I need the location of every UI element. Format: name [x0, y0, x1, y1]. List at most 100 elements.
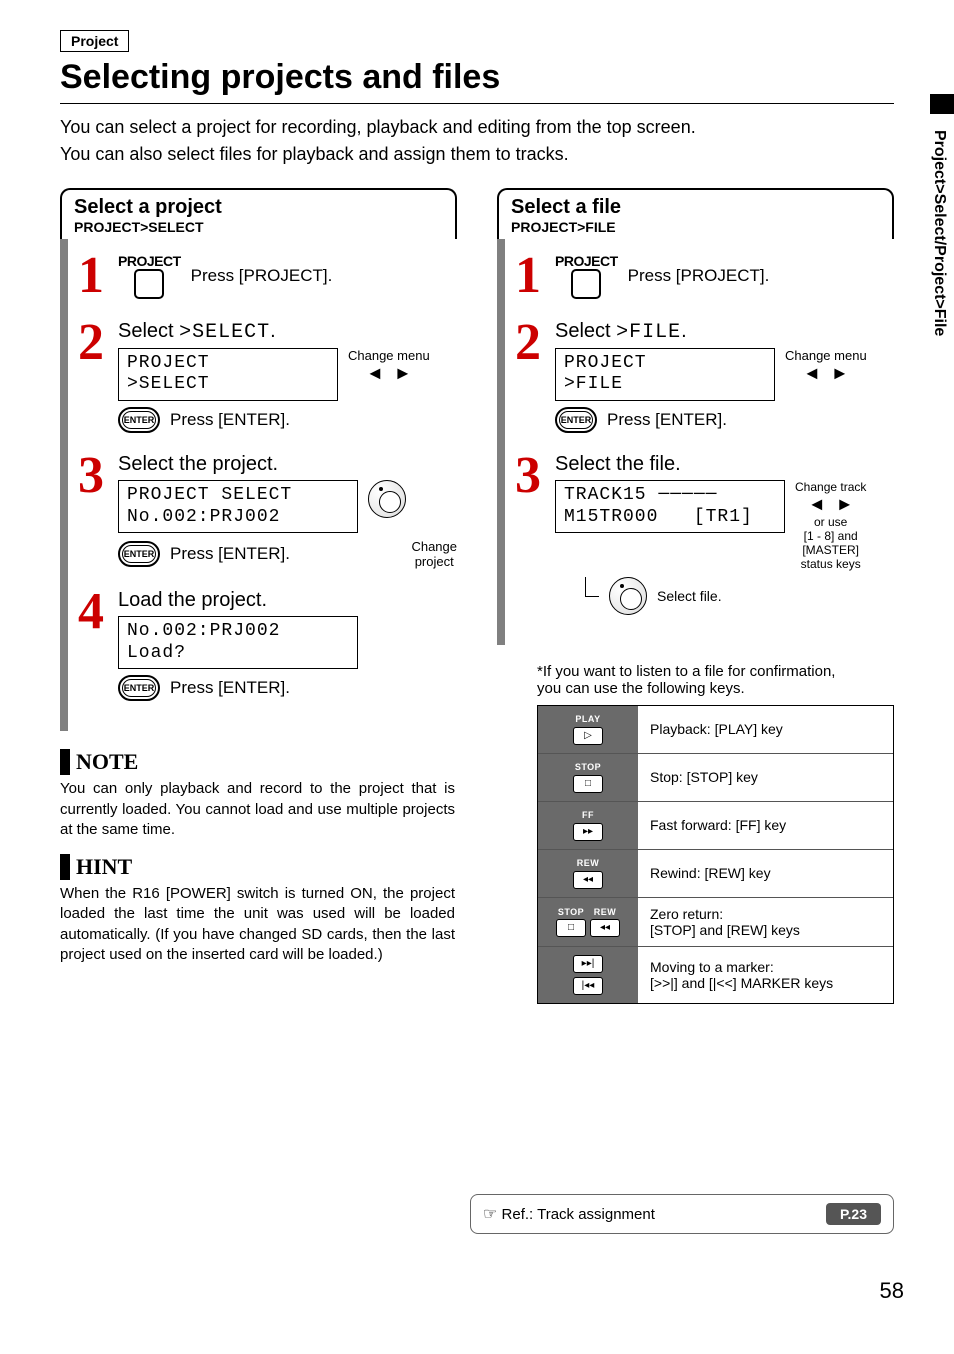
- lcd-line: No.002:PRJ002: [127, 621, 349, 643]
- hint-title: HINT: [76, 854, 457, 880]
- button-label: PROJECT: [118, 253, 181, 269]
- key-button-icon: □: [556, 919, 586, 937]
- key-label: PLAY: [575, 714, 600, 724]
- step-title-pre: Select: [555, 320, 616, 342]
- press-enter-text: Press [ENTER].: [607, 410, 727, 430]
- page-title: Selecting projects and files: [60, 58, 894, 104]
- button-label: PROJECT: [555, 253, 618, 269]
- key-label: FF: [582, 810, 594, 820]
- arrow-right-icon: [836, 494, 854, 515]
- key-button-icon: ▷: [573, 727, 603, 745]
- key-button-cell: ▸▸||◂◂: [538, 947, 638, 1003]
- key-description: Zero return:[STOP] and [REW] keys: [638, 898, 893, 946]
- key-button-icon: ◂◂: [590, 919, 620, 937]
- panel-title: Select a file: [511, 196, 880, 219]
- key-button-icon: □: [573, 775, 603, 793]
- note-callout: NOTE: [60, 749, 457, 775]
- hand-pointer-icon: ☞: [483, 1206, 497, 1223]
- project-button-icon: [134, 269, 164, 299]
- or-use-l4: status keys: [795, 557, 866, 571]
- key-label: REW: [594, 907, 617, 917]
- arrow-left-icon: [808, 494, 826, 515]
- key-button-icon: |◂◂: [573, 977, 603, 995]
- press-enter-text: Press [ENTER].: [170, 410, 290, 430]
- or-use-l3: [MASTER]: [795, 543, 866, 557]
- confirm-note-l2: you can use the following keys.: [537, 680, 894, 697]
- step-title: Load the project.: [118, 589, 457, 612]
- lcd-display: TRACK15 ───── M15TR000 [TR1]: [555, 480, 785, 533]
- side-tab: Project>Select/Project>File: [924, 120, 954, 536]
- right-step-2: 2 Select >FILE. PROJECT >FILE Change men…: [511, 320, 894, 433]
- key-button-cell: STOP□: [538, 754, 638, 801]
- change-menu-label: Change menu: [348, 348, 430, 363]
- change-project-l2: project: [411, 554, 457, 569]
- arrow-left-icon: [366, 363, 384, 384]
- note-title: NOTE: [76, 749, 457, 775]
- enter-button-icon: ENTER: [118, 675, 160, 701]
- key-description: Fast forward: [FF] key: [638, 802, 893, 849]
- category-tag: Project: [60, 30, 129, 52]
- key-label: STOP: [558, 907, 584, 917]
- key-button-cell: STOP □ REW ◂◂: [538, 898, 638, 946]
- panel-header-file: Select a file PROJECT>FILE: [497, 188, 894, 239]
- arrow-left-icon: [803, 363, 821, 384]
- key-row: STOP□Stop: [STOP] key: [538, 753, 893, 801]
- left-step-3: 3 Select the project. PROJECT SELECT No.…: [74, 453, 457, 569]
- step-number: 3: [74, 453, 108, 500]
- panel-title: Select a project: [74, 196, 443, 219]
- press-enter-text: Press [ENTER].: [170, 544, 290, 564]
- page-number: 58: [880, 1278, 904, 1304]
- key-button-icon: ▸▸: [573, 823, 603, 841]
- key-row: REW◂◂Rewind: [REW] key: [538, 849, 893, 897]
- step-title-post: .: [681, 320, 687, 342]
- or-use-l2: [1 - 8] and: [795, 529, 866, 543]
- step-title-mono: >SELECT: [179, 321, 270, 344]
- arrow-right-icon: [394, 363, 412, 384]
- page-reference-badge: P.23: [826, 1203, 881, 1225]
- key-description: Playback: [PLAY] key: [638, 706, 893, 753]
- step-title: Select the project.: [118, 453, 457, 476]
- key-row: STOP □ REW ◂◂ Zero return:[STOP] and [REW] k…: [538, 897, 893, 946]
- step-number: 1: [74, 253, 108, 300]
- left-step-2: 2 Select >SELECT. PROJECT >SELECT Change…: [74, 320, 457, 433]
- key-row: ▸▸||◂◂Moving to a marker:[>>|] and [|<<]…: [538, 946, 893, 1003]
- lcd-line: PROJECT: [564, 353, 766, 375]
- lcd-line: >SELECT: [127, 374, 329, 396]
- intro-line-1: You can select a project for recording, …: [60, 114, 894, 141]
- lcd-line: M15TR000: [564, 507, 658, 527]
- key-button-cell: PLAY ▷: [538, 706, 638, 753]
- hint-callout: HINT: [60, 854, 457, 880]
- press-enter-text: Press [ENTER].: [170, 678, 290, 698]
- lcd-line: No.002:PRJ002: [127, 507, 349, 529]
- step-number: 4: [74, 589, 108, 636]
- key-table: PLAY ▷ Playback: [PLAY] keySTOP□Stop: [STO…: [537, 705, 894, 1004]
- lcd-track: [TR1]: [694, 507, 753, 527]
- lcd-line: PROJECT: [127, 353, 329, 375]
- key-row: FF ▸▸ Fast forward: [FF] key: [538, 801, 893, 849]
- lcd-display: PROJECT SELECT No.002:PRJ002: [118, 480, 358, 533]
- step-number: 2: [74, 320, 108, 367]
- note-body: You can only playback and record to the …: [60, 779, 455, 840]
- select-file-text: Select file.: [657, 588, 722, 604]
- dial-icon: [368, 480, 406, 518]
- dial-icon: [609, 577, 647, 615]
- key-label: REW: [577, 858, 600, 868]
- lcd-display: PROJECT >FILE: [555, 348, 775, 401]
- enter-button-icon: ENTER: [118, 407, 160, 433]
- project-button-icon: [571, 269, 601, 299]
- left-step-1: 1 PROJECT Press [PROJECT].: [74, 253, 457, 300]
- hint-body: When the R16 [POWER] switch is turned ON…: [60, 884, 455, 965]
- key-button-cell: REW◂◂: [538, 850, 638, 897]
- right-step-3: 3 Select the file. TRACK15 ───── M15TR00…: [511, 453, 894, 615]
- step-title-pre: Select: [118, 320, 179, 342]
- footer-reference: ☞ Ref.: Track assignment P.23: [470, 1194, 894, 1234]
- right-step-1: 1 PROJECT Press [PROJECT].: [511, 253, 894, 300]
- panel-breadcrumb: PROJECT>SELECT: [74, 219, 443, 235]
- key-row: PLAY ▷ Playback: [PLAY] key: [538, 706, 893, 753]
- change-menu-label: Change menu: [785, 348, 867, 363]
- step-number: 1: [511, 253, 545, 300]
- lcd-line: Load?: [127, 643, 349, 665]
- step-title-mono: >FILE: [616, 321, 681, 344]
- key-description: Moving to a marker:[>>|] and [|<<] MARKE…: [638, 947, 893, 1003]
- panel-breadcrumb: PROJECT>FILE: [511, 219, 880, 235]
